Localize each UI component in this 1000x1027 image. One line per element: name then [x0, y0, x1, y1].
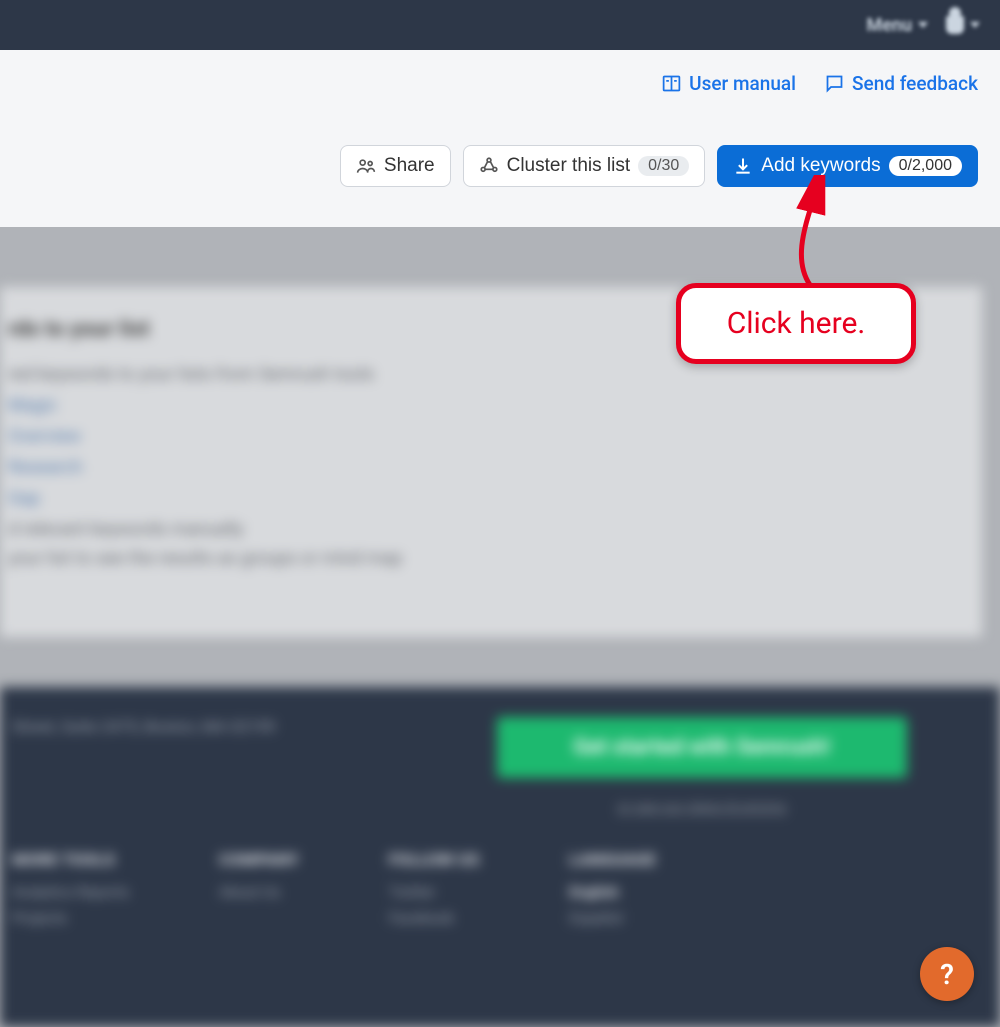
footer-col-heading: LANGUAGE: [569, 850, 656, 869]
header-links: User manual Send feedback: [0, 50, 1000, 105]
chevron-down-icon: [918, 22, 928, 28]
download-icon: [733, 156, 753, 176]
menu-label: Menu: [866, 15, 912, 36]
page-footer: Street, Suite 2475, Boston, MA 02199 Get…: [0, 687, 1000, 1027]
user-manual-link[interactable]: User manual: [661, 72, 796, 95]
footer-link[interactable]: Facebook: [389, 909, 480, 927]
cluster-count: 0/30: [638, 156, 689, 176]
footer-sublink[interactable]: or see our plans & pricing: [415, 798, 988, 816]
panel-line: your list to see the results as groups o…: [8, 548, 974, 569]
panel-line: d relevant keywords manually: [8, 519, 974, 540]
callout-text: Click here.: [727, 306, 866, 341]
menu-dropdown[interactable]: Menu: [866, 15, 928, 36]
help-button[interactable]: ?: [920, 947, 974, 1001]
chat-icon: [824, 73, 845, 94]
send-feedback-label: Send feedback: [852, 72, 978, 95]
footer-link[interactable]: Twitter: [389, 883, 480, 901]
action-bar: Share Cluster this list 0/30 Add keyword…: [0, 105, 1000, 227]
question-icon: ?: [940, 958, 954, 991]
user-manual-label: User manual: [689, 72, 796, 95]
top-bar: Menu: [0, 0, 1000, 50]
cluster-label: Cluster this list: [507, 155, 631, 177]
footer-link[interactable]: About Us: [219, 883, 299, 901]
tool-link[interactable]: Gap: [8, 488, 974, 509]
send-feedback-link[interactable]: Send feedback: [824, 72, 978, 95]
footer-col-heading: MORE TOOLS: [12, 850, 129, 869]
footer-address: Street, Suite 2475, Boston, MA 02199: [12, 717, 275, 736]
people-icon: [356, 156, 376, 176]
footer-cta-button[interactable]: Get started with Semrush!: [497, 717, 907, 778]
add-keywords-count: 0/2,000: [889, 156, 962, 176]
share-button[interactable]: Share: [340, 145, 451, 187]
book-icon: [661, 73, 682, 94]
chevron-down-icon: [970, 22, 980, 28]
panel-line: red keywords to your lists from Semrush …: [8, 364, 974, 385]
add-keywords-label: Add keywords: [761, 155, 880, 177]
annotation-arrow: [770, 175, 850, 295]
footer-col-heading: FOLLOW US: [389, 850, 480, 869]
tool-link[interactable]: Research: [8, 457, 974, 478]
share-label: Share: [384, 155, 435, 177]
tool-link[interactable]: Magic: [8, 395, 974, 416]
footer-link[interactable]: Español: [569, 909, 656, 927]
annotation-callout: Click here.: [676, 283, 916, 364]
footer-columns: MORE TOOLS Analytics Reports Projects COMP…: [12, 850, 988, 935]
footer-col-heading: COMPANY: [219, 850, 299, 869]
footer-link[interactable]: Analytics Reports: [12, 883, 129, 901]
footer-link[interactable]: English: [569, 883, 656, 901]
footer-link[interactable]: Projects: [12, 909, 129, 927]
user-icon: [946, 16, 964, 34]
cluster-icon: [479, 156, 499, 176]
tool-link[interactable]: Overview: [8, 426, 974, 447]
cluster-button[interactable]: Cluster this list 0/30: [463, 145, 706, 187]
user-menu[interactable]: [946, 16, 980, 34]
